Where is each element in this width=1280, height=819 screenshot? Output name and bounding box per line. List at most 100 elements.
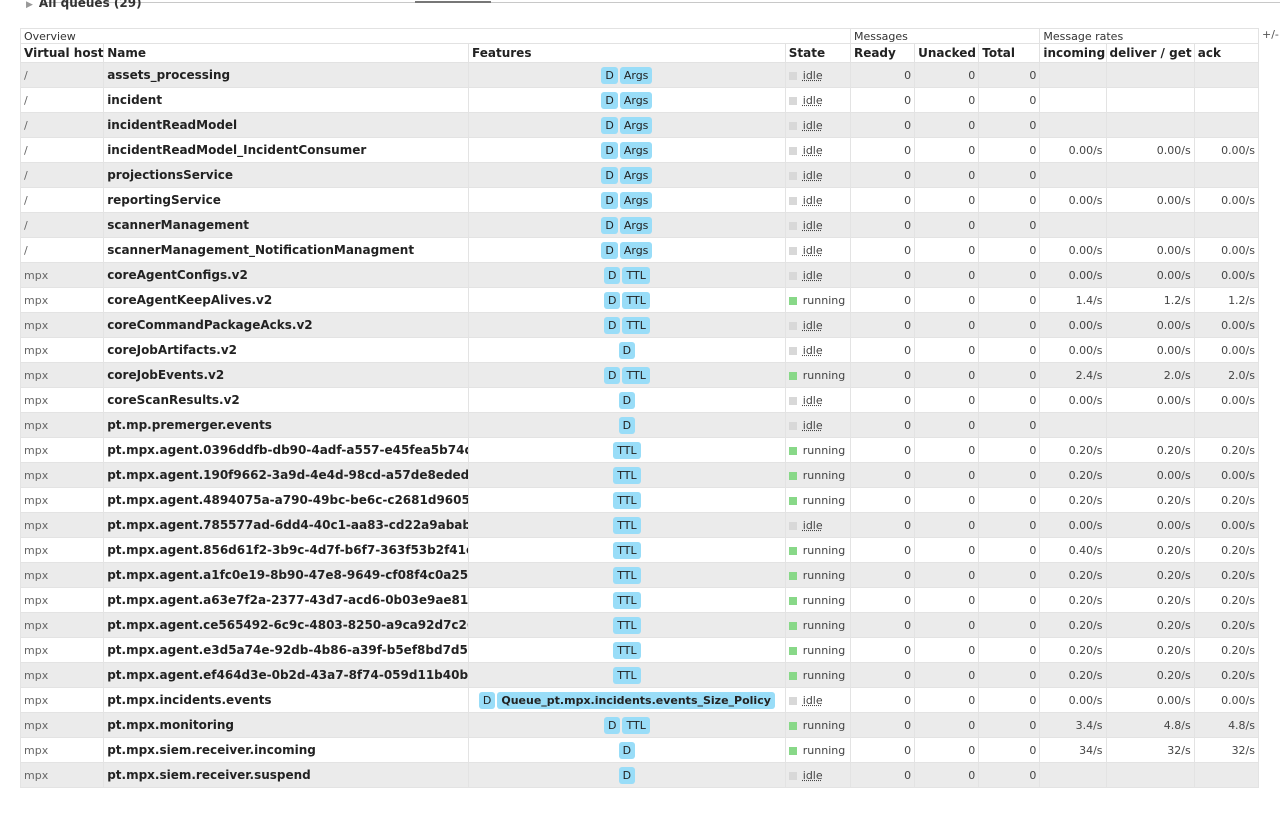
feature-badge: TTL [613, 641, 641, 659]
queue-name-link[interactable]: coreJobArtifacts.v2 [107, 343, 237, 357]
table-row: / assets_processing D Args idle 0 0 0 [19, 62, 1260, 88]
queue-name-link[interactable]: pt.mp.premerger.events [107, 418, 272, 432]
vhost-cell: mpx [19, 437, 105, 463]
col-header-vhost[interactable]: Virtual host [19, 43, 105, 63]
queue-name-link[interactable]: scannerManagement_NotificationManagment [107, 243, 414, 257]
deliver-rate-cell: 0.00/s [1105, 387, 1195, 413]
ack-rate-cell [1193, 212, 1260, 238]
ready-cell: 0 [849, 162, 916, 188]
queue-name-link[interactable]: pt.mpx.agent.785577ad-6dd4-40c1-aa83-cd2… [107, 518, 467, 532]
deliver-rate-cell: 0.20/s [1105, 662, 1195, 688]
state-cell: running [784, 362, 851, 388]
feature-badge: D [603, 291, 621, 309]
queue-name-cell: coreJobArtifacts.v2 [103, 337, 470, 363]
queue-name-link[interactable]: projectionsService [107, 168, 233, 182]
feature-badge: D [601, 191, 618, 209]
features-cell: TTL [468, 662, 786, 688]
col-header-incoming[interactable]: incoming [1039, 43, 1107, 63]
feature-badge: Args [619, 191, 653, 209]
feature-badge: Args [619, 141, 653, 159]
deliver-rate-cell: 4.8/s [1105, 712, 1195, 738]
queue-name-link[interactable]: assets_processing [107, 68, 230, 82]
state-cell: idle [784, 237, 851, 263]
deliver-rate-cell: 0.00/s [1105, 137, 1195, 163]
queue-name-link[interactable]: coreCommandPackageAcks.v2 [107, 318, 312, 332]
incoming-rate-cell [1039, 62, 1107, 88]
col-header-total[interactable]: Total [978, 43, 1041, 63]
total-cell: 0 [978, 237, 1041, 263]
features-cell: D TTL [468, 287, 786, 313]
unacked-cell: 0 [914, 712, 980, 738]
state-text: idle [802, 168, 823, 182]
queue-name-link[interactable]: pt.mpx.agent.ef464d3e-0b2d-43a7-8f74-059… [107, 668, 467, 682]
col-header-unacked[interactable]: Unacked [914, 43, 980, 63]
state-indicator-icon [788, 671, 797, 680]
vhost-cell: mpx [19, 662, 105, 688]
queue-name-cell: pt.mpx.agent.785577ad-6dd4-40c1-aa83-cd2… [103, 512, 470, 538]
state-cell: running [784, 662, 851, 688]
queue-name-link[interactable]: incident [107, 93, 162, 107]
incoming-rate-cell: 0.00/s [1039, 262, 1107, 288]
queue-name-link[interactable]: pt.mpx.agent.e3d5a74e-92db-4b86-a39f-b5e… [107, 643, 467, 657]
total-cell: 0 [978, 312, 1041, 338]
feature-badge: TTL [613, 666, 641, 684]
state-text: idle [802, 418, 823, 432]
queue-name-link[interactable]: incidentReadModel_IncidentConsumer [107, 143, 366, 157]
total-cell: 0 [978, 87, 1041, 113]
queue-name-link[interactable]: scannerManagement [107, 218, 249, 232]
queue-name-link[interactable]: pt.mpx.incidents.events [107, 693, 271, 707]
incoming-rate-cell: 0.00/s [1039, 187, 1107, 213]
feature-badge: TTL [613, 491, 641, 509]
features-cell: TTL [468, 587, 786, 613]
queue-name-link[interactable]: pt.mpx.agent.190f9662-3a9d-4e4d-98cd-a57… [107, 468, 467, 482]
col-header-ack[interactable]: ack [1193, 43, 1260, 63]
table-row: mpx pt.mpx.agent.785577ad-6dd4-40c1-aa83-… [19, 512, 1260, 538]
col-header-deliver-get[interactable]: deliver / get [1105, 43, 1195, 63]
queue-name-link[interactable]: pt.mpx.agent.a63e7f2a-2377-43d7-acd6-0b0… [107, 593, 467, 607]
features-cell: D Args [468, 62, 786, 88]
table-row: mpx coreCommandPackageAcks.v2 D TTL idle 0 0 0 0… [19, 312, 1260, 338]
queue-name-link[interactable]: pt.mpx.agent.ce565492-6c9c-4803-8250-a9c… [107, 618, 467, 632]
ack-rate-cell: 0.20/s [1193, 487, 1260, 513]
incoming-rate-cell: 0.00/s [1039, 312, 1107, 338]
state-cell: running [784, 462, 851, 488]
all-queues-toggle[interactable]: ▶ All queues (29) [26, 0, 142, 10]
queue-name-link[interactable]: pt.mpx.agent.856d61f2-3b9c-4d7f-b6f7-363… [107, 543, 467, 557]
feature-badge[interactable]: Queue_pt.mpx.incidents.events_Size_Polic… [497, 691, 775, 709]
queue-name-cell: incidentReadModel_IncidentConsumer [103, 137, 470, 163]
deliver-rate-cell: 0.00/s [1105, 687, 1195, 713]
table-row: / incidentReadModel D Args idle 0 0 0 [19, 112, 1260, 138]
unacked-cell: 0 [914, 337, 980, 363]
features-cell: TTL [468, 512, 786, 538]
feature-badge: D [618, 341, 636, 359]
features-cell: D [468, 737, 786, 763]
queue-name-link[interactable]: pt.mpx.agent.0396ddfb-db90-4adf-a557-e45… [107, 443, 467, 457]
col-header-ready[interactable]: Ready [849, 43, 916, 63]
ack-rate-cell [1193, 112, 1260, 138]
queue-name-link[interactable]: coreAgentKeepAlives.v2 [107, 293, 272, 307]
queue-name-link[interactable]: pt.mpx.monitoring [107, 718, 234, 732]
incoming-rate-cell: 0.40/s [1039, 537, 1107, 563]
queue-name-link[interactable]: reportingService [107, 193, 221, 207]
state-cell: idle [784, 512, 851, 538]
queue-name-link[interactable]: coreAgentConfigs.v2 [107, 268, 248, 282]
queue-name-link[interactable]: pt.mpx.agent.a1fc0e19-8b90-47e8-9649-cf0… [107, 568, 467, 582]
col-header-name[interactable]: Name [103, 43, 470, 63]
queue-name-link[interactable]: pt.mpx.agent.4894075a-a790-49bc-be6c-c26… [107, 493, 467, 507]
feature-badge: Args [619, 116, 653, 134]
incoming-rate-cell: 0.20/s [1039, 587, 1107, 613]
queue-name-link[interactable]: coreJobEvents.v2 [107, 368, 224, 382]
ack-rate-cell: 0.00/s [1193, 387, 1260, 413]
col-header-state[interactable]: State [784, 43, 851, 63]
queue-name-link[interactable]: pt.mpx.siem.receiver.incoming [107, 743, 316, 757]
incoming-rate-cell [1039, 212, 1107, 238]
queue-name-link[interactable]: coreScanResults.v2 [107, 393, 240, 407]
state-text: running [802, 543, 846, 557]
queue-name-link[interactable]: incidentReadModel [107, 118, 237, 132]
queue-name-link[interactable]: pt.mpx.siem.receiver.suspend [107, 768, 311, 782]
state-cell: idle [784, 312, 851, 338]
column-toggle-button[interactable]: +/- [1262, 28, 1279, 41]
deliver-rate-cell: 0.00/s [1105, 512, 1195, 538]
queue-name-cell: coreAgentConfigs.v2 [103, 262, 470, 288]
total-cell: 0 [978, 487, 1041, 513]
